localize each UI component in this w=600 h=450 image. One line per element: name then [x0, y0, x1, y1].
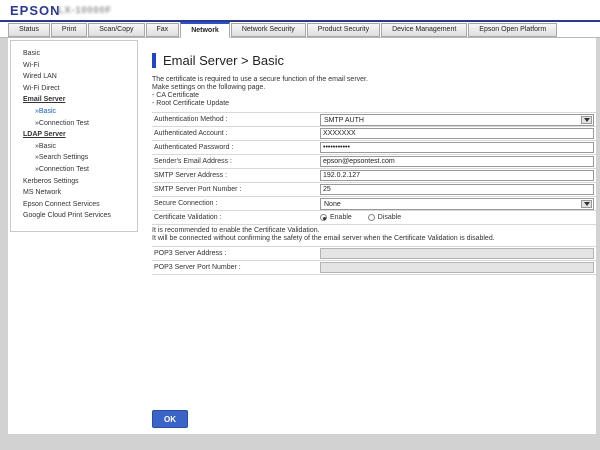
- description-line: - Root Certificate Update: [152, 100, 596, 108]
- content-pane: BasicWi-FiWired LANWi-Fi DirectEmail Ser…: [8, 38, 596, 434]
- smtp-server-address-input[interactable]: [320, 170, 594, 181]
- sidebar-item-connection-test[interactable]: »Connection Test: [23, 164, 133, 176]
- page-title-row: Email Server > Basic: [152, 52, 596, 68]
- sidebar-item-ms-network[interactable]: MS Network: [23, 187, 133, 199]
- senders-email-address-label: Sender's Email Address :: [152, 158, 320, 165]
- pop3-server-address-label: POP3 Server Address :: [152, 250, 320, 257]
- sidebar-item-basic[interactable]: »Basic: [23, 106, 133, 118]
- note-line: It will be connected without confirming …: [152, 235, 596, 243]
- footer-strip: [0, 434, 600, 450]
- pop3-server-address-row: POP3 Server Address :: [152, 247, 596, 261]
- description-line: Make settings on the following page.: [152, 84, 596, 92]
- secure-connection-label: Secure Connection :: [152, 200, 320, 207]
- chevron-down-icon: [584, 202, 590, 206]
- certificate-validation-option-enable[interactable]: Enable: [320, 214, 352, 221]
- tab-epson-open-platform[interactable]: Epson Open Platform: [468, 23, 557, 37]
- senders-email-address-input[interactable]: [320, 156, 594, 167]
- secure-connection-field: None: [320, 198, 596, 210]
- senders-email-address-field: [320, 156, 596, 167]
- page-description: The certificate is required to use a sec…: [152, 76, 596, 108]
- certificate-validation-option-disable[interactable]: Disable: [368, 214, 401, 221]
- authenticated-account-row: Authenticated Account :: [152, 127, 596, 141]
- pop3-server-port-number-field: [320, 262, 596, 273]
- authentication-method-select[interactable]: SMTP AUTH: [320, 114, 594, 126]
- authentication-method-field: SMTP AUTH: [320, 114, 596, 126]
- sidebar-item-basic[interactable]: Basic: [23, 48, 133, 60]
- certificate-validation-note-row: It is recommended to enable the Certific…: [152, 225, 596, 247]
- tab-device-management[interactable]: Device Management: [381, 23, 467, 37]
- sidebar-item-ldap-server[interactable]: LDAP Server: [23, 129, 133, 141]
- page-title: Email Server > Basic: [163, 53, 284, 68]
- authenticated-password-row: Authenticated Password :: [152, 141, 596, 155]
- authentication-method-row: Authentication Method : SMTP AUTH: [152, 113, 596, 127]
- senders-email-address-row: Sender's Email Address :: [152, 155, 596, 169]
- authenticated-account-field: [320, 128, 596, 139]
- chevron-down-icon: [584, 118, 590, 122]
- sidebar-item-basic[interactable]: »Basic: [23, 141, 133, 153]
- sidebar-item-connection-test[interactable]: »Connection Test: [23, 118, 133, 130]
- sidebar-item-email-server[interactable]: Email Server: [23, 94, 133, 106]
- sidebar-item-wi-fi[interactable]: Wi-Fi: [23, 60, 133, 72]
- smtp-server-port-number-field: [320, 184, 596, 195]
- certificate-validation-row: Certificate Validation : Enable Disable: [152, 211, 596, 225]
- certificate-validation-disable-radio[interactable]: [368, 214, 375, 221]
- authenticated-account-label: Authenticated Account :: [152, 130, 320, 137]
- secure-connection-selected-value: None: [324, 201, 341, 208]
- pop3-server-port-number-input: [320, 262, 594, 273]
- printer-model: LX-10000F: [58, 5, 112, 15]
- tab-product-security[interactable]: Product Security: [307, 23, 380, 37]
- settings-form: Authentication Method :SMTP AUTHAuthenti…: [152, 112, 596, 275]
- page: EPSON LX-10000F StatusPrintScan/CopyFaxN…: [0, 0, 600, 450]
- dropdown-arrow-icon[interactable]: [581, 116, 592, 124]
- authenticated-password-label: Authenticated Password :: [152, 144, 320, 151]
- certificate-validation-enable-label: Enable: [330, 214, 352, 221]
- smtp-server-address-row: SMTP Server Address :: [152, 169, 596, 183]
- sidebar-nav: BasicWi-FiWired LANWi-Fi DirectEmail Ser…: [10, 40, 138, 232]
- sidebar-item-kerberos-settings[interactable]: Kerberos Settings: [23, 176, 133, 188]
- sidebar-item-wi-fi-direct[interactable]: Wi-Fi Direct: [23, 83, 133, 95]
- smtp-server-port-number-label: SMTP Server Port Number :: [152, 186, 320, 193]
- smtp-server-address-field: [320, 170, 596, 181]
- pop3-server-address-field: [320, 248, 596, 259]
- tab-network-security[interactable]: Network Security: [231, 23, 306, 37]
- authenticated-password-field: [320, 142, 596, 153]
- certificate-validation-disable-label: Disable: [378, 214, 401, 221]
- tab-fax[interactable]: Fax: [146, 23, 180, 37]
- pop3-server-port-number-label: POP3 Server Port Number :: [152, 264, 320, 271]
- tab-network[interactable]: Network: [180, 22, 230, 38]
- authenticated-account-input[interactable]: [320, 128, 594, 139]
- certificate-validation-radio-group: Enable Disable: [320, 214, 594, 221]
- epson-logo: EPSON: [10, 3, 61, 18]
- certificate-validation-enable-radio[interactable]: [320, 214, 327, 221]
- sidebar-item-google-cloud-print-services[interactable]: Google Cloud Print Services: [23, 210, 133, 222]
- sidebar-item-epson-connect-services[interactable]: Epson Connect Services: [23, 199, 133, 211]
- smtp-server-address-label: SMTP Server Address :: [152, 172, 320, 179]
- header: EPSON LX-10000F: [0, 0, 600, 20]
- smtp-server-port-number-input[interactable]: [320, 184, 594, 195]
- tab-bar: StatusPrintScan/CopyFaxNetworkNetwork Se…: [0, 22, 600, 38]
- sidebar-item-wired-lan[interactable]: Wired LAN: [23, 71, 133, 83]
- tab-scan-copy[interactable]: Scan/Copy: [88, 23, 144, 37]
- certificate-validation-field: Enable Disable: [320, 214, 596, 221]
- description-line: - CA Certificate: [152, 92, 596, 100]
- description-line: The certificate is required to use a sec…: [152, 76, 596, 84]
- certificate-validation-label: Certificate Validation :: [152, 214, 320, 221]
- main-panel: Email Server > Basic The certificate is …: [152, 38, 596, 434]
- ok-button[interactable]: OK: [152, 410, 188, 428]
- authentication-method-label: Authentication Method :: [152, 116, 320, 123]
- authenticated-password-input[interactable]: [320, 142, 594, 153]
- title-accent-bar: [152, 53, 156, 68]
- smtp-server-port-number-row: SMTP Server Port Number :: [152, 183, 596, 197]
- secure-connection-row: Secure Connection : None: [152, 197, 596, 211]
- note-line: It is recommended to enable the Certific…: [152, 227, 596, 235]
- tab-print[interactable]: Print: [51, 23, 87, 37]
- secure-connection-select[interactable]: None: [320, 198, 594, 210]
- dropdown-arrow-icon[interactable]: [581, 200, 592, 208]
- pop3-server-address-input: [320, 248, 594, 259]
- tab-status[interactable]: Status: [8, 23, 50, 37]
- pop3-server-port-number-row: POP3 Server Port Number :: [152, 261, 596, 275]
- sidebar-item-search-settings[interactable]: »Search Settings: [23, 152, 133, 164]
- authentication-method-selected-value: SMTP AUTH: [324, 117, 364, 124]
